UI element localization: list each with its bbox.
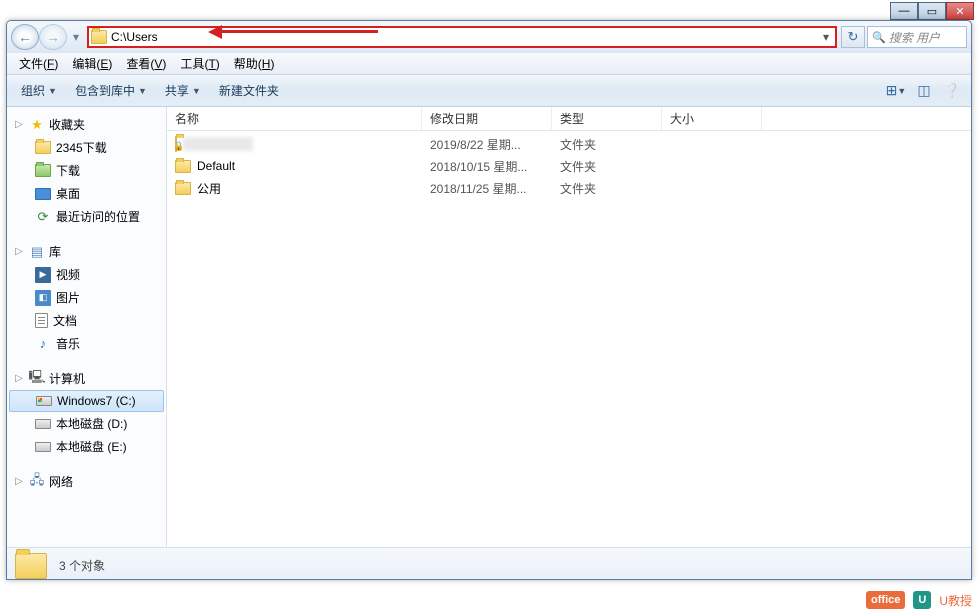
- sidebar-item-drive-d[interactable]: 本地磁盘 (D:): [7, 412, 166, 435]
- search-input[interactable]: 🔍 搜索 用户: [867, 26, 967, 48]
- watermarks: office U U教授: [866, 591, 972, 609]
- status-text: 3 个对象: [59, 557, 105, 574]
- folder-icon: [15, 553, 47, 579]
- sidebar-item-pictures[interactable]: ◧图片: [7, 286, 166, 309]
- address-bar[interactable]: C:\Users ▾: [87, 26, 837, 48]
- sidebar-label: 计算机: [49, 370, 85, 387]
- file-row[interactable]: Default 2018/10/15 星期... 文件夹: [167, 155, 971, 177]
- back-button[interactable]: ←: [11, 24, 39, 50]
- folder-icon: [35, 164, 51, 177]
- sidebar-label: 网络: [49, 473, 73, 490]
- recent-icon: ⟳: [35, 209, 51, 225]
- close-button[interactable]: ✕: [946, 2, 974, 20]
- body: ▷ ★ 收藏夹 2345下载 下载 桌面 ⟳最近访问的位置 ▷ ▤ 库 ▶视频 …: [7, 107, 971, 547]
- column-size[interactable]: 大小: [662, 107, 762, 130]
- documents-icon: [35, 313, 48, 328]
- address-path: C:\Users: [111, 30, 815, 44]
- star-icon: ★: [29, 117, 45, 133]
- file-row[interactable]: 🔒 2019/8/22 星期... 文件夹: [167, 133, 971, 155]
- menu-view[interactable]: 查看(V): [120, 53, 172, 74]
- sidebar-libraries-header[interactable]: ▷ ▤ 库: [7, 240, 166, 263]
- toolbar-share[interactable]: 共享 ▼: [159, 79, 207, 102]
- menu-file[interactable]: 文件(F): [13, 53, 64, 74]
- sidebar-network-header[interactable]: ▷ 🖧 网络: [7, 470, 166, 493]
- sidebar-item-drive-e[interactable]: 本地磁盘 (E:): [7, 435, 166, 458]
- sidebar-item-desktop[interactable]: 桌面: [7, 182, 166, 205]
- file-name: 公用: [197, 180, 221, 197]
- sidebar-label: 收藏夹: [49, 116, 85, 133]
- status-bar: 3 个对象: [7, 547, 971, 580]
- column-type[interactable]: 类型: [552, 107, 662, 130]
- menu-tools[interactable]: 工具(T): [174, 53, 225, 74]
- sidebar-label: 库: [49, 243, 61, 260]
- minimize-button[interactable]: —: [890, 2, 918, 20]
- nav-history-dropdown[interactable]: ▾: [69, 30, 83, 44]
- sidebar-splitter[interactable]: [163, 107, 167, 547]
- folder-icon: [35, 141, 51, 154]
- expand-icon: ▷: [13, 246, 25, 257]
- drive-icon: [35, 419, 51, 429]
- content-pane: 名称 修改日期 类型 大小 🔒 2019/8/22 星期... 文件夹: [167, 107, 971, 547]
- help-button[interactable]: ❔: [941, 80, 963, 102]
- toolbar-organize[interactable]: 组织 ▼: [15, 79, 63, 102]
- explorer-window: ← → ▾ C:\Users ▾ ↻ 🔍 搜索 用户 文件(F) 编辑(E) 查…: [6, 20, 972, 580]
- sidebar-item-downloads[interactable]: 下载: [7, 159, 166, 182]
- desktop-icon: [35, 188, 51, 200]
- pictures-icon: ◧: [35, 290, 51, 306]
- sidebar-item-recent[interactable]: ⟳最近访问的位置: [7, 205, 166, 228]
- expand-icon: ▷: [13, 119, 25, 130]
- file-type: 文件夹: [552, 158, 662, 175]
- search-icon: 🔍: [872, 31, 886, 44]
- music-icon: ♪: [35, 336, 51, 352]
- expand-icon: ▷: [13, 476, 25, 487]
- folder-icon: [175, 160, 191, 173]
- drive-icon: [36, 396, 52, 406]
- folder-icon: [175, 182, 191, 195]
- file-name: Default: [197, 159, 235, 173]
- network-icon: 🖧: [29, 474, 45, 490]
- menu-edit[interactable]: 编辑(E): [66, 53, 118, 74]
- toolbar: 组织 ▼ 包含到库中 ▼ 共享 ▼ 新建文件夹 ⊞▼ ◫ ❔: [7, 75, 971, 107]
- refresh-button[interactable]: ↻: [841, 26, 865, 48]
- sidebar-item-drive-c[interactable]: Windows7 (C:): [9, 390, 164, 412]
- watermark-icon: U: [913, 591, 931, 609]
- file-type: 文件夹: [552, 180, 662, 197]
- computer-icon: 🖳: [29, 371, 45, 387]
- expand-icon: ▷: [13, 373, 25, 384]
- forward-button[interactable]: →: [39, 24, 67, 50]
- video-icon: ▶: [35, 267, 51, 283]
- navigation-pane: ▷ ★ 收藏夹 2345下载 下载 桌面 ⟳最近访问的位置 ▷ ▤ 库 ▶视频 …: [7, 107, 167, 547]
- library-icon: ▤: [29, 244, 45, 260]
- menu-bar: 文件(F) 编辑(E) 查看(V) 工具(T) 帮助(H): [7, 53, 971, 75]
- preview-pane-button[interactable]: ◫: [913, 80, 935, 102]
- folder-icon: [91, 30, 107, 44]
- sidebar-item-2345-downloads[interactable]: 2345下载: [7, 136, 166, 159]
- file-type: 文件夹: [552, 136, 662, 153]
- file-row[interactable]: 公用 2018/11/25 星期... 文件夹: [167, 177, 971, 199]
- file-name-redacted: [183, 137, 253, 151]
- toolbar-new-folder[interactable]: 新建文件夹: [213, 79, 285, 102]
- file-list: 🔒 2019/8/22 星期... 文件夹 Default 2018/10/15…: [167, 131, 971, 547]
- watermark-text: U教授: [939, 592, 972, 609]
- watermark-icon: office: [866, 591, 905, 609]
- sidebar-item-documents[interactable]: 文档: [7, 309, 166, 332]
- address-dropdown-icon[interactable]: ▾: [819, 30, 833, 44]
- menu-help[interactable]: 帮助(H): [228, 53, 281, 74]
- toolbar-include-in-library[interactable]: 包含到库中 ▼: [69, 79, 153, 102]
- file-date: 2019/8/22 星期...: [422, 136, 552, 153]
- search-placeholder: 搜索 用户: [889, 29, 940, 46]
- sidebar-computer-header[interactable]: ▷ 🖳 计算机: [7, 367, 166, 390]
- file-date: 2018/11/25 星期...: [422, 180, 552, 197]
- file-date: 2018/10/15 星期...: [422, 158, 552, 175]
- sidebar-item-music[interactable]: ♪音乐: [7, 332, 166, 355]
- nav-bar: ← → ▾ C:\Users ▾ ↻ 🔍 搜索 用户: [7, 21, 971, 53]
- drive-icon: [35, 442, 51, 452]
- column-name[interactable]: 名称: [167, 107, 422, 130]
- sidebar-item-videos[interactable]: ▶视频: [7, 263, 166, 286]
- column-date[interactable]: 修改日期: [422, 107, 552, 130]
- column-headers: 名称 修改日期 类型 大小: [167, 107, 971, 131]
- view-options-button[interactable]: ⊞▼: [885, 80, 907, 102]
- sidebar-favorites-header[interactable]: ▷ ★ 收藏夹: [7, 113, 166, 136]
- maximize-button[interactable]: ▭: [918, 2, 946, 20]
